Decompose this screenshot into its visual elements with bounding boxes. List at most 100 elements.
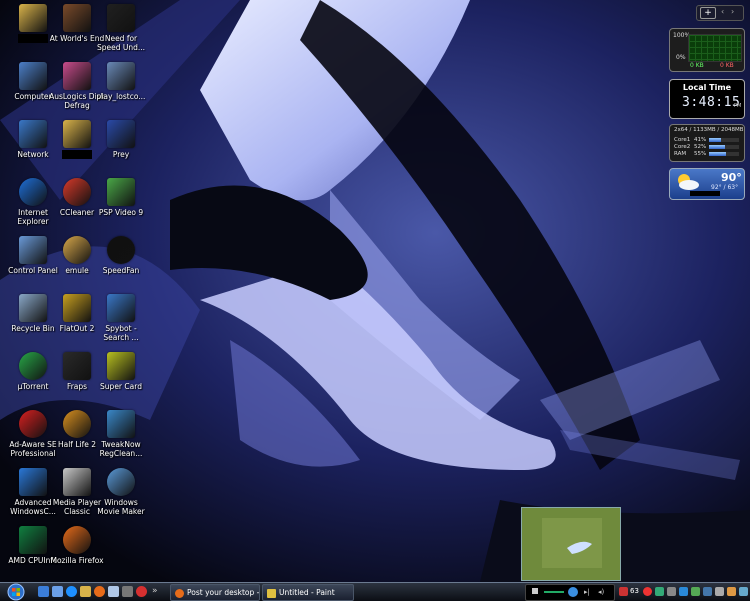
security-tray-icon[interactable] [727, 587, 736, 596]
amd-tray-icon[interactable] [619, 587, 628, 596]
desktop-icon-utorrent[interactable]: µTorrent [8, 350, 58, 406]
desktop-icon-prey[interactable]: Prey [96, 118, 146, 174]
taskbar-post-your-desktop[interactable]: Post your desktop - ... [170, 584, 260, 601]
psp-video-icon [107, 178, 135, 206]
cpu-usage-fill [709, 138, 722, 142]
desktop-icon-internet-explorer[interactable]: Internet Explorer [8, 176, 58, 232]
media-player-toolbar[interactable]: ▸| ◂) [525, 584, 615, 601]
desktop-icon-play-lostco[interactable]: play_lostco... [96, 60, 146, 116]
quicklaunch-overflow-icon[interactable]: » [152, 586, 163, 597]
adaware-icon [19, 410, 47, 438]
clock-gadget[interactable]: Local Time 3:48:15 PM [669, 79, 745, 119]
folder-icon [63, 120, 91, 148]
redacted-location [690, 191, 720, 196]
seek-bar[interactable] [544, 591, 564, 593]
desktop-icon-label: PSP Video 9 [98, 208, 144, 217]
cpu-usage-fill [709, 145, 725, 149]
folder-quicklaunch-icon[interactable] [80, 586, 91, 597]
fan-tray-icon[interactable] [667, 587, 676, 596]
net-sent: 0 KB [690, 62, 704, 69]
monitor-tray-icon[interactable] [703, 587, 712, 596]
paint-icon [267, 588, 276, 598]
cpu-usage-bar [709, 145, 739, 149]
desktop-icon-folder-redacted-2[interactable] [52, 118, 102, 174]
start-button[interactable] [2, 583, 30, 601]
network-tray-icon[interactable] [679, 587, 688, 596]
desktop-icon-label: SpeedFan [102, 266, 140, 275]
net-received: 0 KB [720, 62, 734, 69]
desktop-icon-ad-aware[interactable]: Ad-Aware SE Professional [8, 408, 58, 464]
network-meter-gadget[interactable]: 100% 0% 0 KB 0 KB [669, 28, 745, 72]
thumbnail-image [522, 508, 620, 580]
cpu-meter-gadget[interactable]: 2x64 / 1133MB / 2048MB Core1 41% Core2 52% R… [669, 124, 745, 162]
desktop-icon-speedfan[interactable]: SpeedFan [96, 234, 146, 290]
desktop-icon-spybot[interactable]: Spybot - Search ... [96, 292, 146, 348]
taskbar-window-label: Post your desktop - ... [187, 588, 260, 597]
cpu-usage-bar [709, 152, 739, 156]
lightning-icon [107, 352, 135, 380]
clock-meridiem: PM [734, 103, 742, 109]
defrag-icon [63, 62, 91, 90]
desktop-icon-super-card[interactable]: Super Card [96, 350, 146, 406]
cpu-row-label: RAM [674, 151, 687, 157]
desktop-icon-emule[interactable]: emule [52, 234, 102, 290]
show-desktop-icon[interactable] [38, 586, 49, 597]
taskbar: » Post your desktop - ... Untitled - Pai… [0, 582, 750, 601]
weather-gadget[interactable]: 90° 92° / 63° [669, 168, 745, 200]
desktop-icon-mozilla-firefox[interactable]: Mozilla Firefox [50, 524, 104, 580]
desktop-icon-ccleaner[interactable]: CCleaner [52, 176, 102, 232]
ie-quicklaunch-icon[interactable] [66, 586, 77, 597]
cpu-usage-fill [709, 152, 726, 156]
network-icon [19, 120, 47, 148]
desktop-icon-label: Mozilla Firefox [50, 556, 104, 565]
ie-icon [19, 178, 47, 206]
desktop-icon-amd-cpuinfo[interactable]: AMD CPUInfo [8, 524, 58, 580]
next-icon[interactable]: ▸| [584, 588, 590, 596]
desktop-icon-recycle-bin[interactable]: Recycle Bin [8, 292, 58, 348]
desktop-icon-tweaknow[interactable]: TweakNow RegClean... [96, 408, 146, 464]
desktop-icon-folder-redacted[interactable] [8, 2, 58, 58]
play-icon[interactable] [568, 587, 578, 597]
spybot-icon [107, 294, 135, 322]
update-tray-icon[interactable] [739, 587, 748, 596]
desktop-icon-network[interactable]: Network [8, 118, 58, 174]
app-tray-icon[interactable] [691, 587, 700, 596]
switch-windows-icon[interactable] [52, 586, 63, 597]
volume-icon[interactable]: ◂) [598, 588, 604, 596]
stop-icon[interactable] [532, 588, 538, 594]
taskbar-thumbnail-preview[interactable] [521, 507, 621, 581]
desktop-icon-label: Super Card [100, 382, 142, 391]
utorrent-tray-icon[interactable] [655, 587, 664, 596]
desktop-icon-fraps[interactable]: Fraps [52, 350, 102, 406]
firefox-quicklaunch-icon[interactable] [94, 586, 105, 597]
add-gadget-icon[interactable]: + [700, 7, 716, 19]
app2-quicklaunch-icon[interactable] [136, 586, 147, 597]
settings-file-icon [107, 62, 135, 90]
firefox-icon [175, 588, 184, 598]
gadget-sidebar-controls[interactable]: + ‹ › [696, 5, 744, 21]
desktop-icon-psp-video-9[interactable]: PSP Video 9 [96, 176, 146, 232]
redacted-label [62, 150, 92, 159]
desktop-icon-movie-maker[interactable]: Windows Movie Maker [96, 466, 146, 522]
ccleaner-icon [63, 178, 91, 206]
app-quicklaunch-icon[interactable] [122, 586, 133, 597]
cpu-row-label: Core1 [674, 137, 691, 143]
taskbar-window-label: Untitled - Paint [279, 588, 335, 597]
nfs-icon [107, 4, 135, 32]
desktop-icon-auslogics-disk-defrag[interactable]: AusLogics Disk Defrag [49, 60, 105, 116]
taskbar-untitled-paint[interactable]: Untitled - Paint [262, 584, 354, 601]
chevron-left-icon[interactable]: ‹ [721, 7, 724, 16]
pirate-game-icon [63, 4, 91, 32]
cpu-usage-bar [709, 138, 739, 142]
desktop-icon-need-for-speed[interactable]: Need for Speed Und... [96, 2, 146, 58]
clock-time: 3:48:15 [682, 95, 741, 110]
speaker-tray-icon[interactable] [715, 587, 724, 596]
media-quicklaunch-icon[interactable] [108, 586, 119, 597]
net-bottom-label: 0% [676, 54, 686, 61]
desktop-icon-label: Windows Movie Maker [97, 498, 145, 516]
chevron-right-icon[interactable]: › [731, 7, 734, 16]
utorrent-icon [19, 352, 47, 380]
desktop-icon-control-panel[interactable]: Control Panel [8, 234, 58, 290]
redacted-label [18, 34, 48, 43]
antivirus-tray-icon[interactable] [643, 587, 652, 596]
